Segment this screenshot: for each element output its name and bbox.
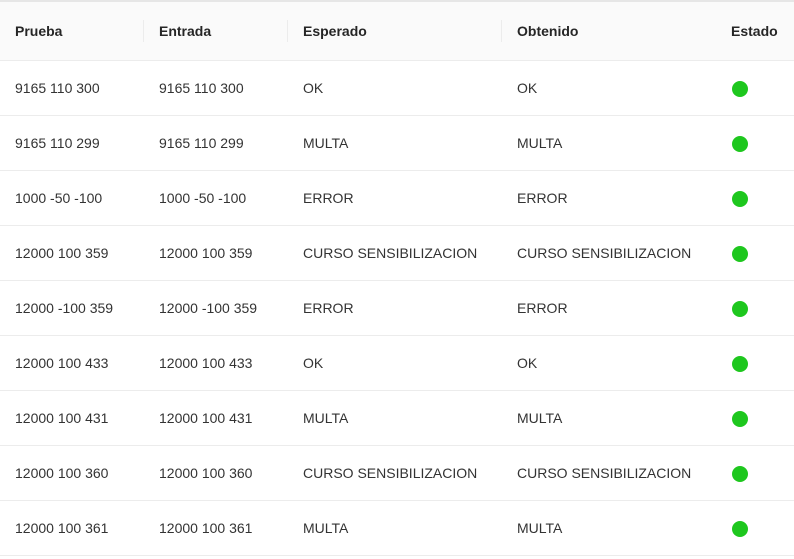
cell-esperado: ERROR <box>288 280 502 336</box>
cell-entrada: 12000 -100 359 <box>144 280 288 336</box>
cell-obtenido: MULTA <box>502 500 716 556</box>
cell-estado <box>716 280 794 336</box>
cell-estado <box>716 500 794 556</box>
test-results-table: Prueba Entrada Esperado Obtenido Estado … <box>0 0 794 559</box>
column-header-esperado: Esperado <box>288 2 502 61</box>
cell-esperado: MULTA <box>288 115 502 171</box>
cell-obtenido: OK <box>502 60 716 116</box>
cell-estado <box>716 60 794 116</box>
table-row: 12000 100 360 12000 100 360 CURSO SENSIBIL… <box>0 445 794 501</box>
cell-esperado: OK <box>288 335 502 391</box>
cell-prueba: 12000 100 433 <box>0 335 144 391</box>
cell-obtenido: ERROR <box>502 170 716 226</box>
status-ok-icon <box>732 355 748 372</box>
cell-esperado: CURSO SENSIBILIZACION <box>288 445 502 501</box>
header-row: Prueba Entrada Esperado Obtenido Estado <box>0 2 794 61</box>
cell-entrada: 12000 100 433 <box>144 335 288 391</box>
table-row: 12000 100 359 12000 100 359 CURSO SENSIBIL… <box>0 225 794 281</box>
cell-estado <box>716 170 794 226</box>
status-ok-icon <box>732 410 748 427</box>
table-row: 12000 100 361 12000 100 361 MULTA MULTA <box>0 500 794 556</box>
status-ok-icon <box>732 465 748 482</box>
column-header-prueba: Prueba <box>0 2 144 61</box>
cell-prueba: 12000 100 431 <box>0 390 144 446</box>
table-row: 12000 -100 359 12000 -100 359 ERROR ERROR <box>0 280 794 336</box>
cell-estado <box>716 390 794 446</box>
cell-entrada: 9165 110 300 <box>144 60 288 116</box>
cell-prueba: 9165 110 299 <box>0 115 144 171</box>
table-row: 9165 110 299 9165 110 299 MULTA MULTA <box>0 115 794 171</box>
status-ok-icon <box>732 80 748 97</box>
cell-prueba: 12000 100 359 <box>0 225 144 281</box>
status-ok-icon <box>732 190 748 207</box>
cell-prueba: 9165 110 300 <box>0 60 144 116</box>
cell-prueba: 12000 100 361 <box>0 500 144 556</box>
status-ok-icon <box>732 245 748 262</box>
cell-obtenido: ERROR <box>502 280 716 336</box>
cell-esperado: MULTA <box>288 500 502 556</box>
cell-esperado: ERROR <box>288 170 502 226</box>
cell-entrada: 12000 100 360 <box>144 445 288 501</box>
table-row: 9165 110 300 9165 110 300 OK OK <box>0 60 794 116</box>
cell-prueba: 12000 -100 359 <box>0 280 144 336</box>
cell-esperado: OK <box>288 60 502 116</box>
cell-estado <box>716 445 794 501</box>
cell-obtenido: MULTA <box>502 115 716 171</box>
results-table: Prueba Entrada Esperado Obtenido Estado … <box>0 2 794 556</box>
cell-obtenido: CURSO SENSIBILIZACION <box>502 225 716 281</box>
cell-entrada: 12000 100 361 <box>144 500 288 556</box>
status-ok-icon <box>732 520 748 537</box>
cell-estado <box>716 225 794 281</box>
cell-estado <box>716 115 794 171</box>
cell-obtenido: CURSO SENSIBILIZACION <box>502 445 716 501</box>
column-header-estado: Estado <box>716 2 794 61</box>
cell-prueba: 12000 100 360 <box>0 445 144 501</box>
cell-obtenido: MULTA <box>502 390 716 446</box>
table-row: 12000 100 431 12000 100 431 MULTA MULTA <box>0 390 794 446</box>
table-header: Prueba Entrada Esperado Obtenido Estado <box>0 2 794 61</box>
column-header-entrada: Entrada <box>144 2 288 61</box>
table-row: 1000 -50 -100 1000 -50 -100 ERROR ERROR <box>0 170 794 226</box>
cell-entrada: 12000 100 431 <box>144 390 288 446</box>
status-ok-icon <box>732 300 748 317</box>
cell-entrada: 1000 -50 -100 <box>144 170 288 226</box>
cell-entrada: 12000 100 359 <box>144 225 288 281</box>
cell-estado <box>716 335 794 391</box>
table-body: 9165 110 300 9165 110 300 OK OK 9165 110 299… <box>0 60 794 556</box>
cell-obtenido: OK <box>502 335 716 391</box>
column-header-obtenido: Obtenido <box>502 2 716 61</box>
table-row: 12000 100 433 12000 100 433 OK OK <box>0 335 794 391</box>
cell-esperado: MULTA <box>288 390 502 446</box>
cell-entrada: 9165 110 299 <box>144 115 288 171</box>
status-ok-icon <box>732 135 748 152</box>
cell-prueba: 1000 -50 -100 <box>0 170 144 226</box>
cell-esperado: CURSO SENSIBILIZACION <box>288 225 502 281</box>
